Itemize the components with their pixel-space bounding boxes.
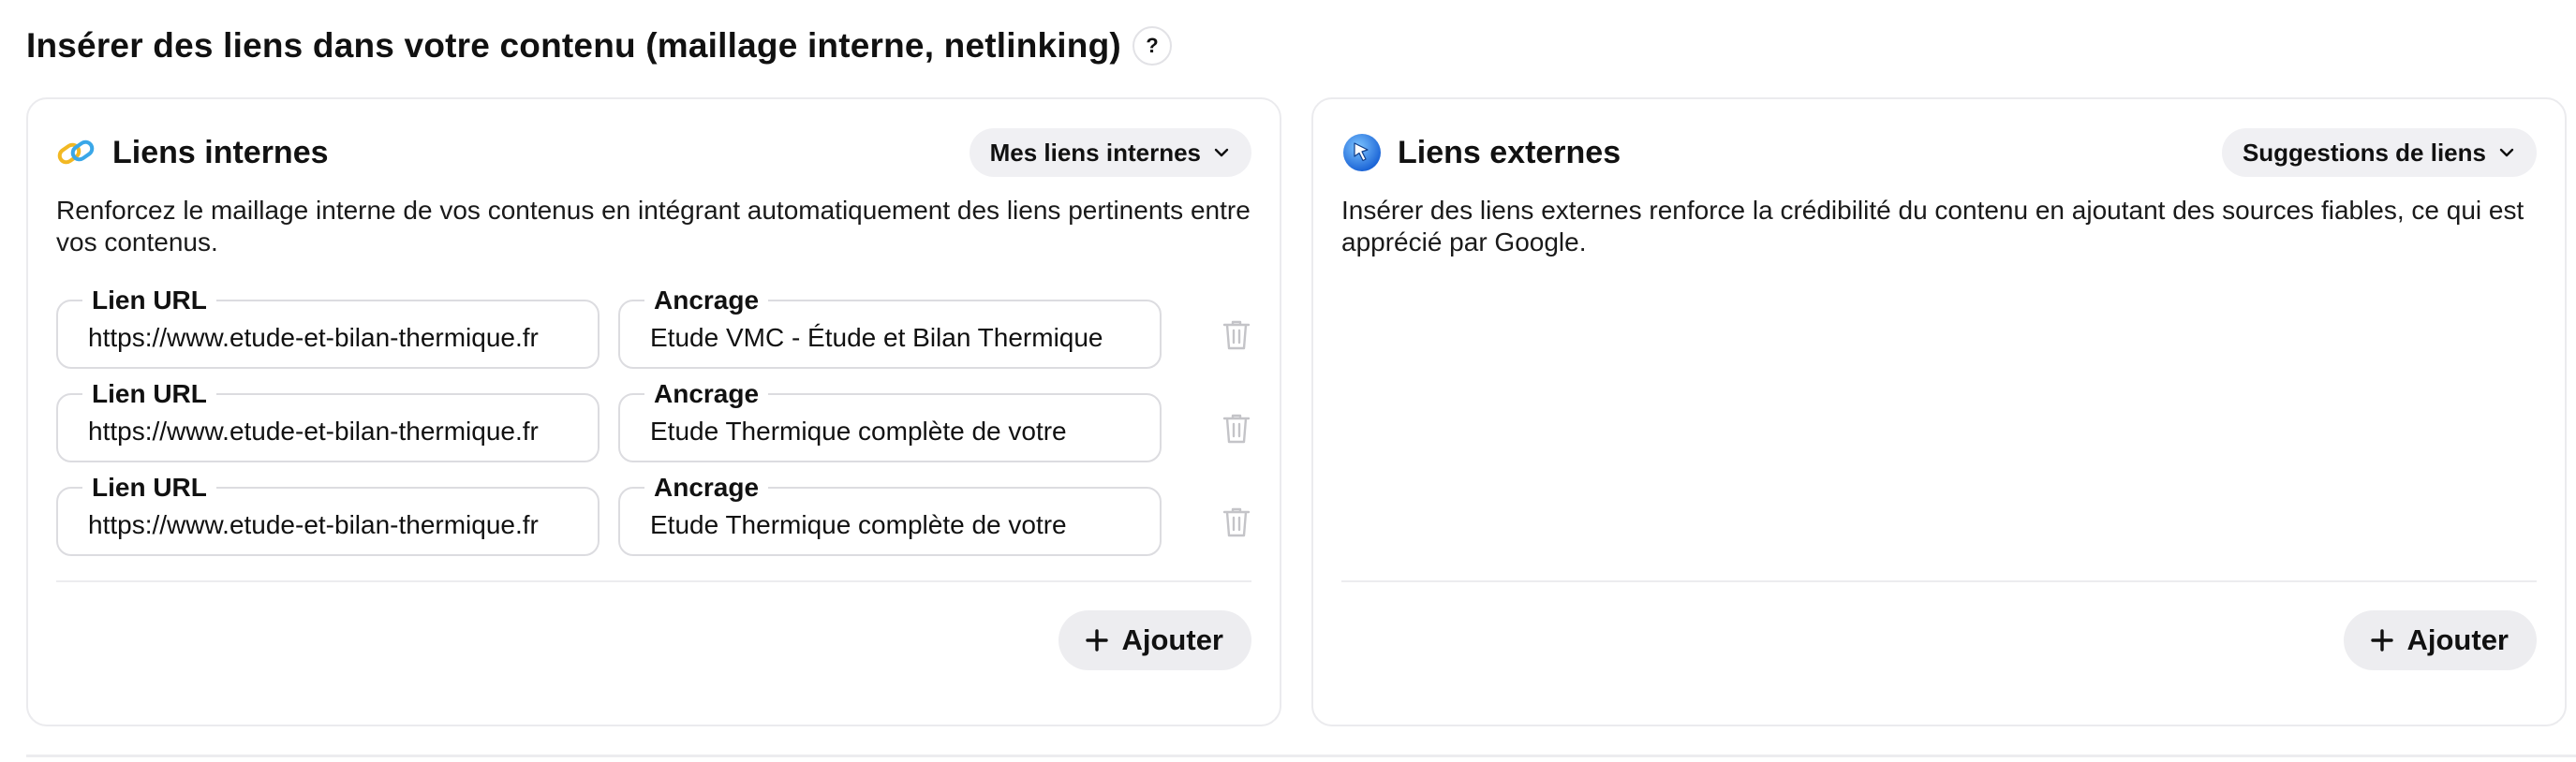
plus-icon <box>1085 629 1108 652</box>
add-external-link-button[interactable]: Ajouter <box>2343 610 2537 670</box>
page-header: Insérer des liens dans votre contenu (ma… <box>26 26 1172 66</box>
plus-icon <box>2370 629 2393 652</box>
internal-links-title: Liens internes <box>112 134 329 170</box>
url-input[interactable] <box>88 509 583 541</box>
external-links-description: Insérer des liens externes renforce la c… <box>1341 196 2524 256</box>
internal-links-source-dropdown[interactable]: Mes liens internes <box>969 128 1251 177</box>
trash-icon <box>1222 507 1251 537</box>
add-internal-link-button[interactable]: Ajouter <box>1058 610 1251 670</box>
url-field[interactable]: Lien URL <box>56 286 600 369</box>
url-input[interactable] <box>88 322 583 354</box>
anchor-input[interactable] <box>650 416 1145 447</box>
external-links-header: Liens externes Suggestions de liens <box>1341 127 2537 178</box>
url-field-label: Lien URL <box>82 473 216 503</box>
add-button-label: Ajouter <box>1121 623 1224 656</box>
anchor-field-label: Ancrage <box>644 379 769 409</box>
page-title: Insérer des liens dans votre contenu (ma… <box>26 26 1121 65</box>
url-field[interactable]: Lien URL <box>56 473 600 556</box>
anchor-field[interactable]: Ancrage <box>618 473 1162 556</box>
link-row: Lien URL Ancrage <box>56 473 1255 580</box>
trash-icon <box>1222 414 1251 444</box>
divider <box>56 580 1251 582</box>
anchor-field[interactable]: Ancrage <box>618 286 1162 369</box>
add-button-label: Ajouter <box>2406 623 2509 656</box>
section-divider <box>26 755 2576 757</box>
dropdown-label: Mes liens internes <box>989 138 1201 167</box>
url-field-label: Lien URL <box>82 379 216 409</box>
chevron-down-icon <box>2499 148 2514 157</box>
delete-link-button[interactable] <box>1218 504 1255 541</box>
trash-icon <box>1222 320 1251 350</box>
globe-cursor-icon <box>1341 132 1383 173</box>
external-links-title: Liens externes <box>1398 134 1621 170</box>
anchor-input[interactable] <box>650 509 1145 541</box>
divider <box>1341 580 2537 582</box>
dropdown-label: Suggestions de liens <box>2242 138 2486 167</box>
internal-links-description: Renforcez le maillage interne de vos con… <box>56 196 1251 256</box>
anchor-field-label: Ancrage <box>644 286 769 315</box>
delete-link-button[interactable] <box>1218 316 1255 354</box>
internal-links-list: Lien URL Ancrage Lien URL Ancrage <box>56 286 1255 580</box>
internal-links-card: Liens internes Mes liens internes Renfor… <box>26 97 1281 726</box>
delete-link-button[interactable] <box>1218 410 1255 447</box>
external-links-suggestions-dropdown[interactable]: Suggestions de liens <box>2221 128 2537 177</box>
anchor-input[interactable] <box>650 322 1145 354</box>
internal-links-header: Liens internes Mes liens internes <box>56 127 1251 178</box>
anchor-field-label: Ancrage <box>644 473 769 503</box>
url-input[interactable] <box>88 416 583 447</box>
external-links-card: Liens externes Suggestions de liens Insé… <box>1311 97 2567 726</box>
anchor-field[interactable]: Ancrage <box>618 379 1162 462</box>
url-field-label: Lien URL <box>82 286 216 315</box>
url-field[interactable]: Lien URL <box>56 379 600 462</box>
help-button[interactable]: ? <box>1132 26 1172 66</box>
link-chain-icon <box>56 132 97 173</box>
chevron-down-icon <box>1214 148 1229 157</box>
